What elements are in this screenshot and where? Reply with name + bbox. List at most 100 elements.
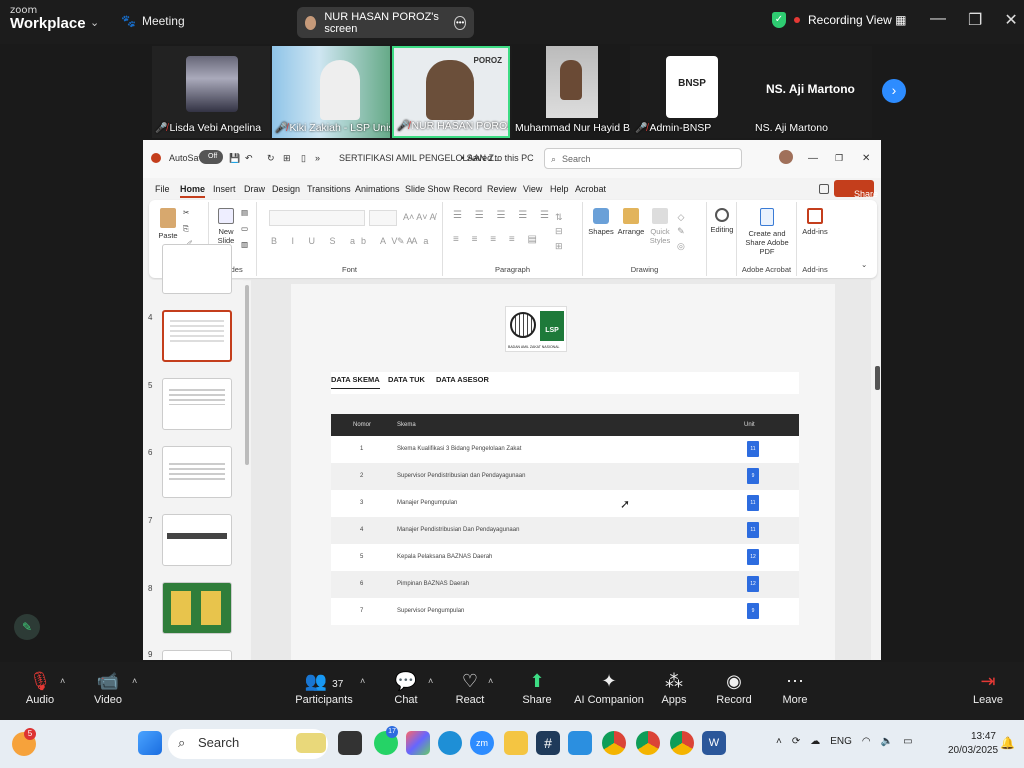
view-button[interactable]: View ▦ <box>866 13 906 27</box>
video-button[interactable]: 📹 Video <box>68 668 148 706</box>
copilot-icon[interactable] <box>406 731 430 755</box>
avatar[interactable] <box>779 150 793 164</box>
participant-tile[interactable]: BNSP 🎤̸ Admin-BNSP <box>632 46 750 138</box>
tab-data-tuk[interactable]: DATA TUK <box>388 375 425 384</box>
drive-icon[interactable]: ☁ <box>810 736 820 747</box>
participant-tile[interactable]: NS. Aji Martono NS. Aji Martono <box>752 46 870 138</box>
tab-data-asesor[interactable]: DATA ASESOR <box>436 375 489 384</box>
font-family-select[interactable] <box>269 210 365 226</box>
slide-scrollbar[interactable] <box>873 280 881 660</box>
meeting-button[interactable]: 🐾 Meeting <box>121 14 185 28</box>
font-color-icon[interactable]: ✎ A <box>397 236 413 247</box>
annotate-pen-icon[interactable]: ✎ <box>14 614 40 640</box>
cut-icon[interactable]: ✂ <box>183 208 189 217</box>
addins-button[interactable]: Add-ins <box>801 208 829 236</box>
edge-icon[interactable] <box>438 731 462 755</box>
screen-share-indicator[interactable]: NUR HASAN POROZ's screen ••• <box>297 7 474 38</box>
arrange-button[interactable]: Arrange <box>617 208 645 236</box>
wifi-icon[interactable]: ◠ <box>862 736 871 747</box>
new-doc-icon[interactable]: ▯ <box>301 153 306 164</box>
menu-view[interactable]: View <box>523 184 542 194</box>
minimize-icon[interactable]: — <box>808 153 818 164</box>
chevron-down-icon[interactable]: ⌄ <box>90 16 99 29</box>
present-icon[interactable]: ⊞ <box>283 153 291 164</box>
vscode-icon[interactable] <box>568 731 592 755</box>
chrome-icon[interactable] <box>602 731 626 755</box>
align-buttons[interactable]: ≡ ≡ ≡ ≡ ▤ <box>453 234 542 246</box>
new-slide-button[interactable]: New Slide <box>215 208 237 245</box>
font-size-select[interactable] <box>369 210 397 226</box>
slide-thumbnail[interactable] <box>162 582 232 634</box>
quick-styles-button[interactable]: Quick Styles <box>647 208 673 245</box>
menu-file[interactable]: File <box>155 184 170 194</box>
more-icon[interactable]: ••• <box>454 15 466 30</box>
collapse-ribbon-icon[interactable]: ⌄ <box>861 260 867 269</box>
menu-record[interactable]: Record <box>453 184 482 194</box>
participant-tile[interactable]: Muhammad Nur Hayid B... <box>512 46 630 138</box>
next-page-arrow-icon[interactable]: › <box>882 79 906 103</box>
chevron-up-icon[interactable]: ˄ <box>60 676 65 686</box>
participants-button[interactable]: 👥 37 Participants <box>284 668 364 706</box>
menu-animations[interactable]: Animations <box>355 184 400 194</box>
zoom-app-icon[interactable]: zm <box>470 731 494 755</box>
slide-canvas[interactable]: LSP BADAN AMIL ZAKAT NASIONAL DATA SKEMA… <box>291 284 835 660</box>
copy-icon[interactable]: ⎘ <box>183 224 189 233</box>
chevron-up-icon[interactable]: ˄ <box>132 676 137 686</box>
menu-acrobat[interactable]: Acrobat <box>575 184 606 194</box>
chevron-up-icon[interactable]: ˄ <box>776 736 782 747</box>
shapes-button[interactable]: Shapes <box>587 208 615 236</box>
grow-font-icon[interactable]: A˄ A˅ A̸ <box>403 212 436 223</box>
hash-app-icon[interactable]: # <box>536 731 560 755</box>
menu-home[interactable]: Home <box>180 184 206 198</box>
recording-indicator[interactable]: ✓ Recording <box>772 12 863 28</box>
participant-tile-active[interactable]: POROZ 🎤̸ NUR HASAN POROZ <box>392 46 510 138</box>
slide-thumbnail[interactable] <box>162 446 232 498</box>
text-direction-icon[interactable]: ⇅ ⊟ ⊞ <box>555 210 563 253</box>
chrome-icon[interactable] <box>670 731 694 755</box>
menu-draw[interactable]: Draw <box>244 184 265 194</box>
more-button[interactable]: ⋯ More <box>755 668 835 706</box>
paste-button[interactable]: Paste <box>155 208 181 240</box>
scrollbar-thumb[interactable] <box>875 366 880 390</box>
volume-icon[interactable]: 🔈 <box>881 736 893 747</box>
word-icon[interactable]: W <box>702 731 726 755</box>
undo-icon[interactable]: ↶ <box>245 153 253 164</box>
menu-help[interactable]: Help <box>550 184 569 194</box>
slide-thumbnail-selected[interactable] <box>162 310 232 362</box>
menu-transitions[interactable]: Transitions <box>307 184 351 194</box>
qat-more-icon[interactable]: » <box>315 153 320 163</box>
menu-slide-show[interactable]: Slide Show <box>405 184 450 194</box>
slide-thumbnail[interactable] <box>162 244 232 294</box>
task-view-icon[interactable] <box>338 731 362 755</box>
restore-icon[interactable]: ❐ <box>835 153 843 164</box>
thumbnail-scrollbar[interactable] <box>245 285 249 465</box>
create-share-pdf-button[interactable]: Create and Share Adobe PDF <box>739 208 795 256</box>
share-button[interactable]: Share <box>834 180 878 199</box>
language-indicator[interactable]: ENG <box>830 736 852 747</box>
slide-thumbnail[interactable] <box>162 514 232 566</box>
minimize-icon[interactable]: — <box>930 10 946 30</box>
saved-state[interactable]: • Saved to this PC <box>461 153 534 163</box>
close-icon[interactable]: ✕ <box>1004 10 1017 30</box>
shape-fill-icon[interactable]: ◇ ✎ ◎ <box>677 210 685 253</box>
tab-data-skema[interactable]: DATA SKEMA <box>331 375 380 389</box>
list-buttons[interactable]: ☰ ☰ ☰ ☰ ☰ <box>453 210 554 222</box>
layout-icon[interactable]: ▤ <box>241 208 248 217</box>
slide-thumbnail[interactable] <box>162 650 232 660</box>
editing-button[interactable]: Editing <box>709 208 735 234</box>
menu-review[interactable]: Review <box>487 184 517 194</box>
battery-icon[interactable]: ▭ <box>903 736 912 747</box>
participant-tile[interactable]: 🎤̸ Lisda Vebi Angelina <box>152 46 270 138</box>
notification-bell-icon[interactable]: 🔔 <box>1000 736 1015 750</box>
chevron-up-icon[interactable]: ˄ <box>360 676 365 686</box>
autosave-toggle[interactable]: Off <box>199 150 223 164</box>
leave-button[interactable]: ⇥ Leave <box>964 668 1012 706</box>
menu-insert[interactable]: Insert <box>213 184 236 194</box>
share-screen-button[interactable]: ⬆ Share <box>497 668 577 706</box>
restore-icon[interactable]: ❐ <box>968 10 982 30</box>
menu-design[interactable]: Design <box>272 184 300 194</box>
clock[interactable]: 13:47 20/03/2025 <box>948 730 998 758</box>
close-icon[interactable]: ✕ <box>862 153 870 164</box>
chrome-icon[interactable] <box>636 731 660 755</box>
chevron-up-icon[interactable]: ˄ <box>488 676 493 686</box>
